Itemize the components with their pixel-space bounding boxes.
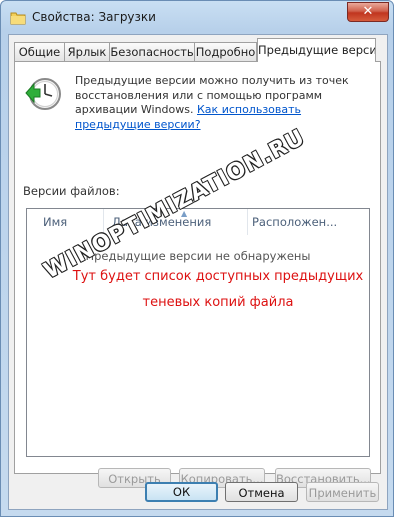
tab-previous-versions[interactable]: Предыдущие версии: [257, 38, 376, 62]
folder-icon: [10, 12, 26, 25]
tab-details[interactable]: Подробно: [194, 42, 257, 61]
tab-general[interactable]: Общие: [14, 42, 65, 61]
close-button[interactable]: ✕: [347, 2, 389, 22]
tab-panel: Предыдущие версии можно получить из точе…: [14, 61, 381, 488]
apply-button[interactable]: Применить: [306, 482, 379, 502]
restore-clock-icon: [25, 78, 61, 110]
window-title: Свойства: Загрузки: [32, 10, 156, 24]
annotation-line-1: Тут будет список доступных предыдущих: [72, 269, 364, 284]
title-bar[interactable]: Свойства: Загрузки ✕: [1, 1, 393, 35]
close-icon: ✕: [362, 4, 374, 19]
annotation-line-2: теневых копий файла: [142, 295, 294, 310]
info-text: Предыдущие версии можно получить из точе…: [75, 74, 375, 132]
column-location[interactable]: Расположен...: [252, 215, 337, 229]
cancel-button[interactable]: Отмена: [225, 482, 298, 502]
tab-shortcut[interactable]: Ярлык: [64, 42, 110, 61]
dialog-body: Общие Ярлык Безопасность Подробно Предыд…: [8, 34, 388, 510]
column-name[interactable]: Имя: [43, 215, 67, 229]
properties-window: Свойства: Загрузки ✕ Общие Ярлык Безопас…: [0, 0, 394, 517]
ok-button[interactable]: ОК: [145, 482, 218, 502]
column-divider[interactable]: [247, 209, 248, 235]
tab-security[interactable]: Безопасность: [109, 42, 195, 61]
file-versions-label: Версии файлов:: [23, 184, 120, 198]
